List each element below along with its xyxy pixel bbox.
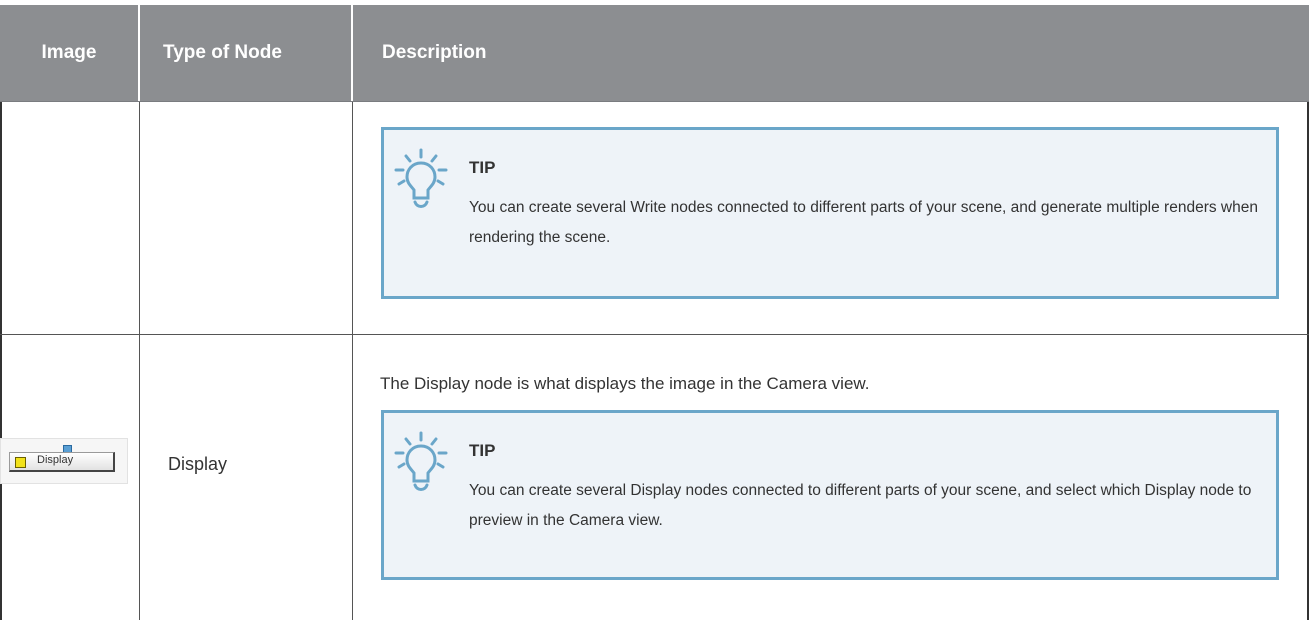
type-cell [140, 102, 353, 334]
header-type: Type of Node [140, 5, 353, 101]
tip-title: TIP [469, 158, 496, 177]
tip-title: TIP [469, 441, 496, 460]
lightbulb-icon [394, 431, 448, 491]
node-color-swatch [15, 457, 26, 468]
header-description: Description [382, 42, 487, 63]
node-description: The Display node is what displays the im… [380, 374, 870, 393]
node-label: Display [37, 454, 74, 466]
table-header: Image Type of Node Description [0, 5, 1309, 102]
header-image: Image [0, 5, 140, 101]
node-body: Display [9, 452, 115, 472]
lightbulb-icon [394, 148, 448, 208]
tip-text: You can create several Display nodes con… [469, 482, 1252, 529]
type-cell: Display [140, 335, 353, 620]
image-cell [0, 102, 140, 334]
table-row: Display Display The Display node is what… [0, 335, 1309, 620]
tip-box: TIP You can create several Display nodes… [381, 410, 1279, 580]
image-cell: Display [0, 335, 140, 620]
node-type-name: Display [168, 454, 228, 474]
description-cell: The Display node is what displays the im… [353, 335, 1309, 620]
display-node-image: Display [0, 438, 128, 484]
node-table: Image Type of Node Description TIP You c… [0, 5, 1309, 620]
tip-box: TIP You can create several Write nodes c… [381, 127, 1279, 299]
tip-text: You can create several Write nodes conne… [469, 199, 1258, 246]
description-cell: TIP You can create several Write nodes c… [353, 102, 1309, 334]
table-row: TIP You can create several Write nodes c… [0, 102, 1309, 335]
